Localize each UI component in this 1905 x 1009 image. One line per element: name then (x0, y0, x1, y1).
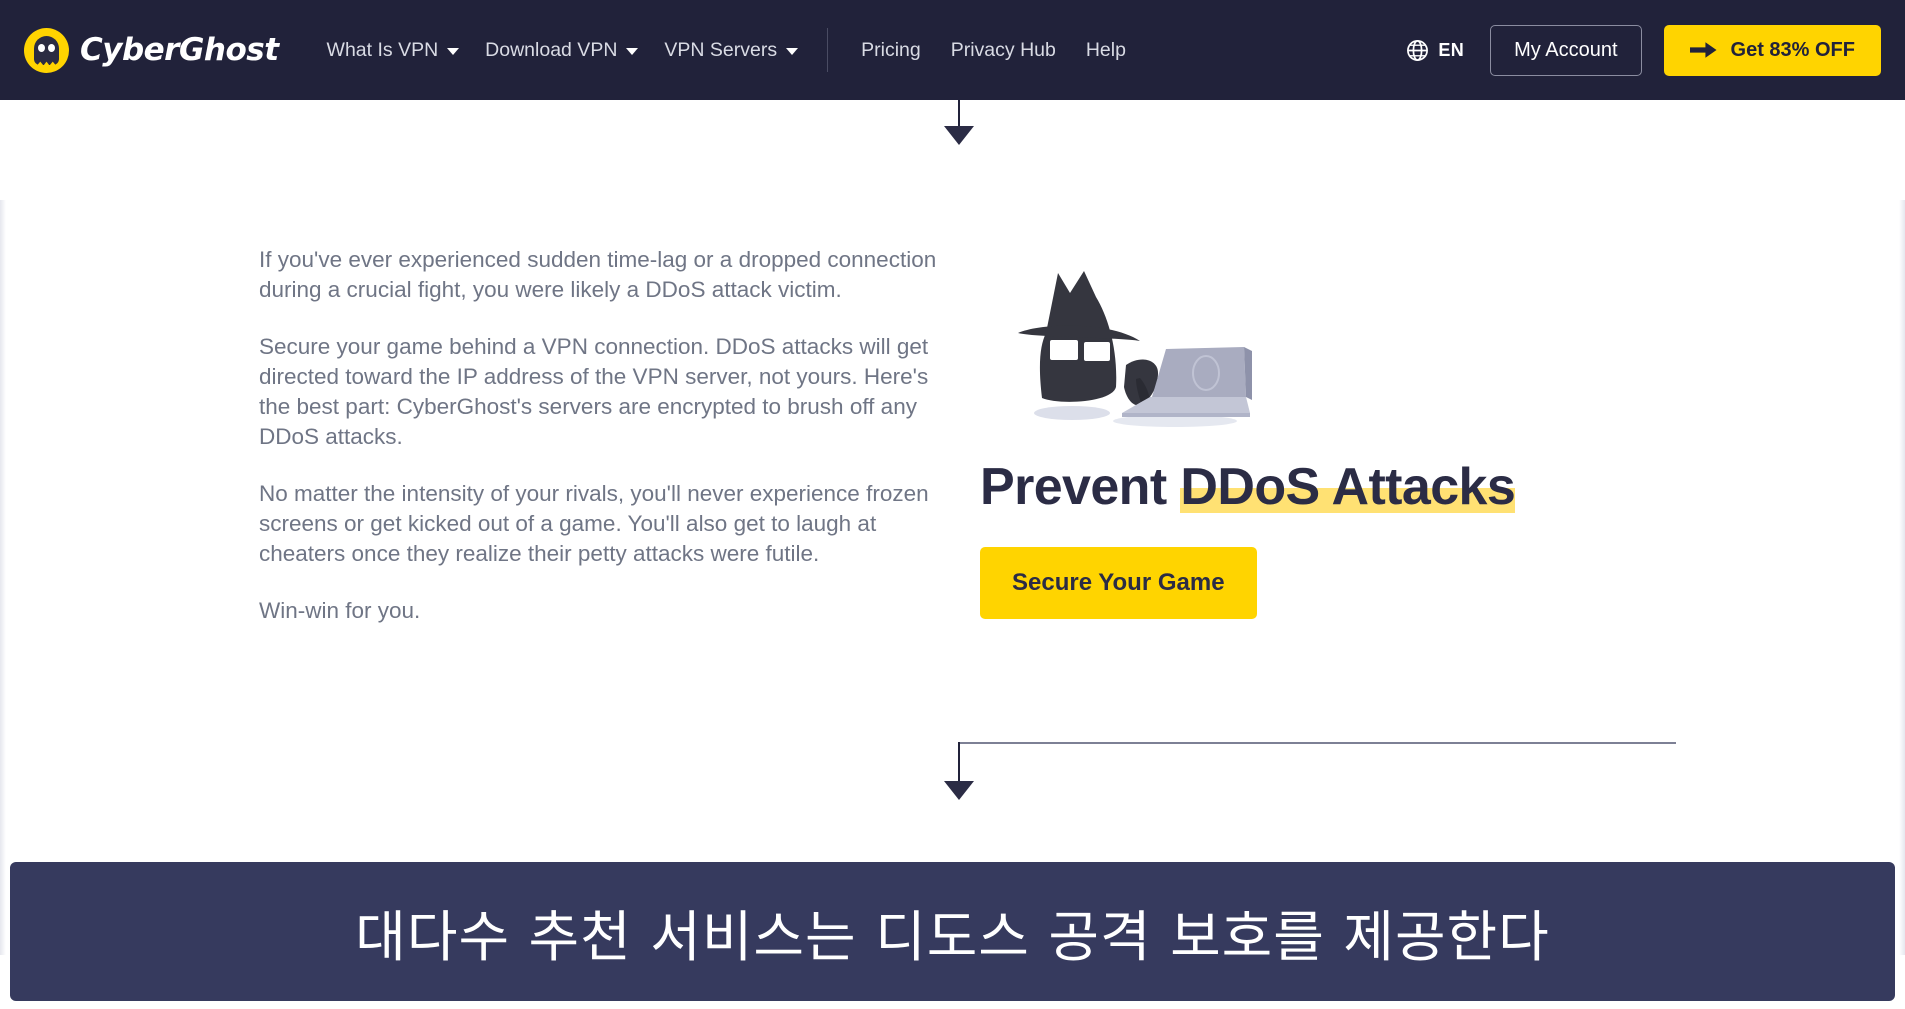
body-paragraph-1: If you've ever experienced sudden time-l… (259, 247, 937, 302)
promo-column: Prevent DDoS Attacks Secure Your Game (980, 245, 1680, 619)
chevron-down-icon (626, 48, 639, 55)
body-paragraph-3: No matter the intensity of your rivals, … (259, 481, 929, 566)
get-offer-label: Get 83% OFF (1730, 38, 1855, 61)
secure-your-game-button[interactable]: Secure Your Game (980, 546, 1257, 619)
nav-item-label: Download VPN (485, 38, 618, 61)
connector-bottom-horizontal-line (958, 742, 1676, 744)
caption-text: 대다수 추천 서비스는 디도스 공격 보호를 제공한다 (355, 904, 1550, 969)
nav-item-pricing[interactable]: Pricing (846, 39, 936, 62)
headline-highlight-text: DDoS Attacks (1180, 458, 1516, 516)
connector-bottom-arrow-icon (944, 781, 974, 800)
globe-icon (1407, 39, 1429, 61)
brand-logo[interactable]: CyberGhost (24, 27, 279, 73)
page-right-edge (1899, 200, 1905, 955)
page-left-edge (0, 200, 6, 955)
my-account-button[interactable]: My Account (1490, 24, 1642, 76)
brand-name: CyberGhost (80, 32, 279, 68)
nav-item-download-vpn[interactable]: Download VPN (472, 39, 651, 62)
nav-item-what-is-vpn[interactable]: What Is VPN (314, 39, 473, 62)
hacker-cat-laptop-illustration (1000, 245, 1260, 430)
cyberghost-logo-icon (24, 27, 69, 73)
nav-divider (827, 28, 829, 72)
chevron-down-icon (447, 48, 460, 55)
site-header: CyberGhost What Is VPN Download VPN VPN … (0, 0, 1905, 100)
headline-plain: Prevent (980, 458, 1181, 516)
body-paragraph-2: Secure your game behind a VPN connection… (259, 334, 929, 449)
nav-item-privacy-hub[interactable]: Privacy Hub (936, 39, 1071, 62)
get-offer-button[interactable]: Get 83% OFF (1663, 24, 1881, 76)
copy-column: If you've ever experienced sudden time-l… (259, 245, 945, 626)
language-label: EN (1438, 39, 1465, 60)
chevron-down-icon (786, 48, 799, 55)
nav-item-label: What Is VPN (326, 38, 439, 61)
secondary-nav: Pricing Privacy Hub Help (846, 39, 1141, 62)
header-actions: EN My Account Get 83% OFF (1406, 0, 1881, 100)
body-paragraph-4: Win-win for you. (259, 598, 421, 623)
nav-item-vpn-servers[interactable]: VPN Servers (651, 39, 811, 62)
page-title: Prevent DDoS Attacks (980, 460, 1680, 515)
nav-item-label: VPN Servers (664, 38, 778, 61)
language-selector[interactable]: EN (1406, 39, 1464, 62)
headline-highlight: DDoS Attacks (1180, 458, 1516, 516)
nav-item-help[interactable]: Help (1071, 39, 1141, 62)
arrow-right-icon (1689, 42, 1717, 58)
page-root: CyberGhost What Is VPN Download VPN VPN … (0, 0, 1905, 1009)
caption-banner: 대다수 추천 서비스는 디도스 공격 보호를 제공한다 (10, 862, 1895, 1001)
primary-nav: What Is VPN Download VPN VPN Servers Pri… (314, 28, 1141, 72)
